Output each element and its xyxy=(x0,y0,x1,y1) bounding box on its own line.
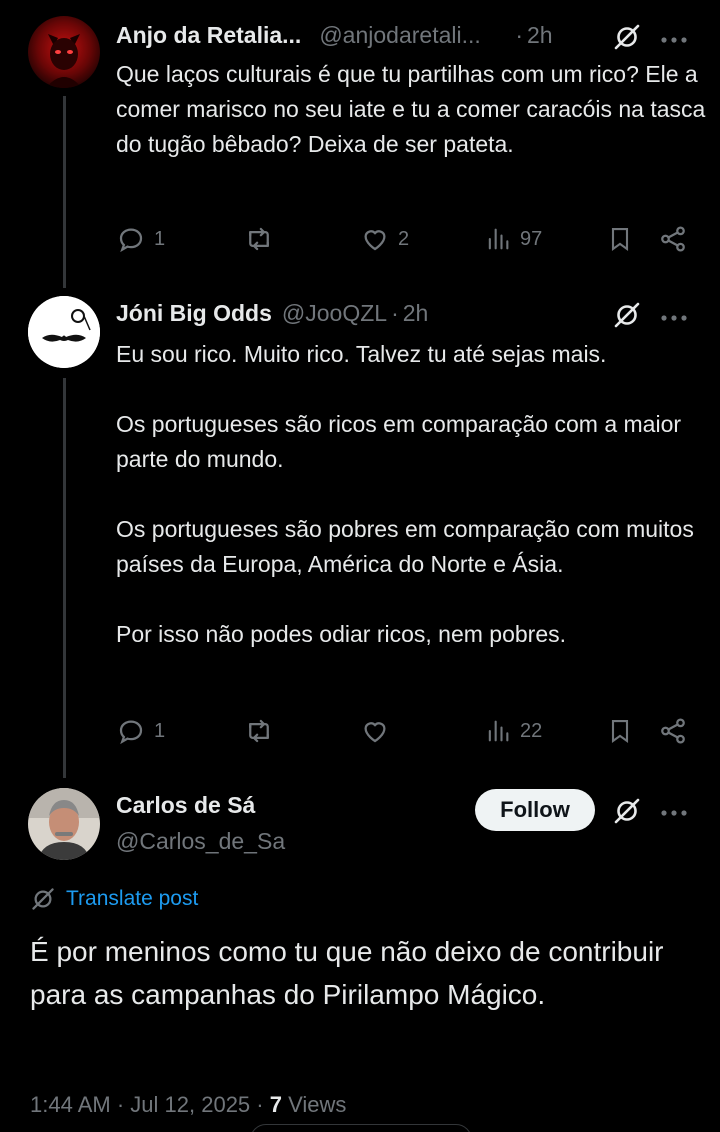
thread-line-2 xyxy=(63,378,66,778)
user-handle[interactable]: @JooQZL xyxy=(282,300,387,327)
separator-dot: · xyxy=(391,300,399,326)
translate-post-link[interactable]: Translate post xyxy=(30,886,198,912)
views-label: Views xyxy=(288,1092,347,1117)
view-count: 22 xyxy=(520,719,543,742)
repost-icon xyxy=(249,227,269,251)
bookmark-icon xyxy=(611,720,629,743)
tweet-header: Anjo da Retalia... @anjodaretali... · 2h xyxy=(116,22,553,49)
like-button[interactable] xyxy=(360,714,398,748)
display-name[interactable]: Anjo da Retalia... xyxy=(116,22,301,49)
heart-icon xyxy=(364,722,386,743)
share-icon xyxy=(661,718,685,744)
action-bar: 1 22 xyxy=(116,714,696,748)
view-count: 97 xyxy=(520,227,543,250)
share-icon xyxy=(661,226,685,252)
tweet-paragraph: Que laços culturais é que tu partilhas c… xyxy=(116,61,706,157)
post-text: É por meninos como tu que não deixo de c… xyxy=(30,936,664,1010)
tweet-paragraph: Eu sou rico. Muito rico. Talvez tu até s… xyxy=(116,341,607,367)
bookmark-button[interactable] xyxy=(606,222,634,256)
share-button[interactable] xyxy=(658,714,688,748)
author-handle[interactable]: @Carlos_de_Sa xyxy=(116,828,285,855)
author-name[interactable]: Carlos de Sá xyxy=(116,792,255,819)
translate-label: Translate post xyxy=(66,887,199,910)
grok-icon xyxy=(32,888,54,910)
reply-count: 1 xyxy=(154,719,166,742)
avatar[interactable] xyxy=(28,296,100,368)
tweet-text: Eu sou rico. Muito rico. Talvez tu até s… xyxy=(116,337,706,652)
like-button[interactable]: 2 xyxy=(360,222,409,256)
more-options-icon[interactable] xyxy=(660,805,688,816)
grok-icon[interactable] xyxy=(612,796,642,826)
like-count: 2 xyxy=(398,227,410,250)
action-bar: 1 2 97 xyxy=(116,222,696,256)
separator-dot: · xyxy=(116,1092,125,1117)
views-button[interactable]: 22 xyxy=(484,714,542,748)
reply-button[interactable]: 1 xyxy=(116,222,165,256)
floating-bar-edge xyxy=(250,1124,472,1132)
heart-icon xyxy=(364,230,386,251)
follow-button[interactable]: Follow xyxy=(475,789,595,831)
more-options-icon[interactable] xyxy=(660,32,688,43)
grok-icon[interactable] xyxy=(612,22,642,52)
user-handle[interactable]: @anjodaretali... xyxy=(319,22,509,49)
reply-icon xyxy=(119,228,143,253)
views-button[interactable]: 97 xyxy=(484,222,542,256)
post-date[interactable]: Jul 12, 2025 xyxy=(130,1092,250,1117)
timestamp[interactable]: 2h xyxy=(403,300,429,327)
separator-dot: · xyxy=(515,22,523,48)
analytics-icon xyxy=(488,720,509,742)
bookmark-icon xyxy=(611,228,629,251)
reply-button[interactable]: 1 xyxy=(116,714,165,748)
timestamp[interactable]: 2h xyxy=(527,22,553,49)
bookmark-button[interactable] xyxy=(606,714,634,748)
reply-count: 1 xyxy=(154,227,166,250)
tweet-paragraph: Os portugueses são pobres em comparação … xyxy=(116,516,694,577)
thread-line-1 xyxy=(63,96,66,288)
separator-dot: · xyxy=(256,1092,264,1117)
repost-button[interactable] xyxy=(244,714,274,748)
post-time[interactable]: 1:44 AM xyxy=(30,1092,111,1117)
more-options-icon[interactable] xyxy=(660,310,688,321)
grok-icon[interactable] xyxy=(612,300,642,330)
reply-icon xyxy=(119,720,143,745)
repost-button[interactable] xyxy=(244,222,274,256)
share-button[interactable] xyxy=(658,222,688,256)
views-count: 7 xyxy=(269,1092,282,1117)
post-meta: 1:44 AM · Jul 12, 2025 · 7 Views xyxy=(30,1092,346,1118)
avatar[interactable] xyxy=(28,788,100,860)
tweet-text: Que laços culturais é que tu partilhas c… xyxy=(116,57,706,162)
tweet-paragraph: Os portugueses são ricos em comparação c… xyxy=(116,411,682,472)
analytics-icon xyxy=(488,228,509,250)
avatar[interactable] xyxy=(28,16,100,88)
tweet-header: Jóni Big Odds @JooQZL · 2h xyxy=(116,300,428,327)
tweet-paragraph: Por isso não podes odiar ricos, nem pobr… xyxy=(116,621,567,647)
repost-icon xyxy=(249,719,269,743)
display-name[interactable]: Jóni Big Odds xyxy=(116,300,272,327)
